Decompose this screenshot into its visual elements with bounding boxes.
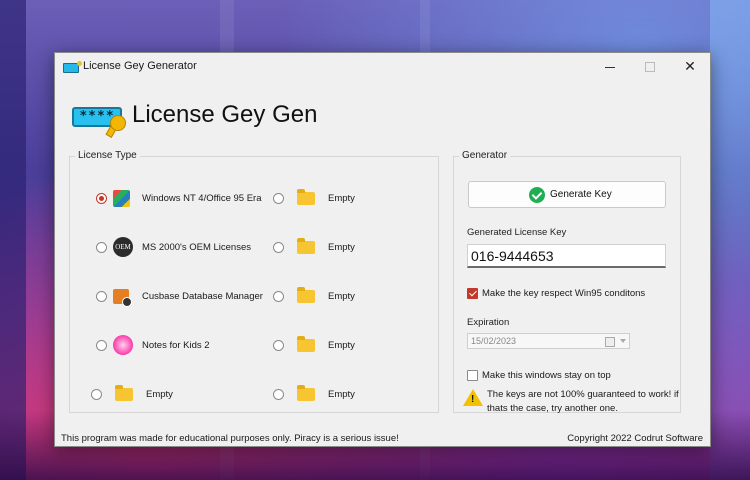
windows-logo-icon — [113, 190, 130, 207]
radio-button[interactable] — [96, 291, 107, 302]
radio-button[interactable] — [273, 193, 284, 204]
license-option-label: Empty — [328, 291, 355, 302]
wallpaper-stripe — [0, 0, 26, 480]
folder-icon — [297, 189, 315, 205]
oem-badge-icon: OEM — [113, 237, 133, 257]
window-title: License Gey Generator — [83, 60, 197, 72]
license-type-legend: License Type — [75, 150, 140, 161]
radio-button[interactable] — [96, 340, 107, 351]
expiration-label: Expiration — [467, 317, 510, 328]
license-type-group: License Type Windows NT 4/Office 95 Era … — [69, 150, 439, 413]
gold-key-icon — [110, 115, 126, 131]
license-option-empty[interactable]: Empty — [273, 286, 413, 308]
maximize-icon — [645, 62, 655, 73]
wallpaper-stripe — [710, 0, 750, 480]
license-key-logo: **** — [72, 105, 128, 138]
license-option-label: Empty — [328, 389, 355, 400]
database-manager-icon — [113, 289, 132, 307]
license-option-label: Empty — [328, 242, 355, 253]
expiration-date-picker[interactable]: 15/02/2023 — [467, 333, 630, 349]
title-bar[interactable]: License Gey Generator ✕ — [55, 53, 710, 81]
warning-exclamation: ! — [471, 394, 475, 405]
folder-icon — [297, 287, 315, 303]
maximize-button[interactable] — [630, 53, 670, 81]
generate-key-button[interactable]: Generate Key — [468, 181, 666, 208]
minimize-button[interactable] — [590, 53, 630, 81]
radio-button[interactable] — [273, 242, 284, 253]
chevron-down-icon[interactable] — [620, 339, 626, 343]
license-option-label: Empty — [328, 193, 355, 204]
stay-on-top-checkbox[interactable] — [467, 370, 478, 381]
license-option-label: Cusbase Database Manager — [142, 291, 263, 302]
radio-button[interactable] — [273, 291, 284, 302]
license-option-empty[interactable]: Empty — [91, 384, 291, 406]
notes-kids-icon — [113, 335, 133, 355]
license-option-empty[interactable]: Empty — [273, 237, 413, 259]
license-option-cusbase[interactable]: Cusbase Database Manager — [96, 286, 296, 308]
respect-win95-label[interactable]: Make the key respect Win95 conditons — [482, 288, 645, 299]
radio-button[interactable] — [273, 389, 284, 400]
stay-on-top-label[interactable]: Make this windows stay on top — [482, 370, 611, 381]
license-option-empty[interactable]: Empty — [273, 335, 413, 357]
license-option-label: Notes for Kids 2 — [142, 340, 210, 351]
license-option-label: MS 2000's OEM Licenses — [142, 242, 251, 253]
app-window: License Gey Generator ✕ **** License Gey… — [54, 52, 711, 447]
folder-icon — [297, 238, 315, 254]
generated-key-field[interactable]: 016-9444653 — [467, 244, 666, 268]
footer-disclaimer: This program was made for educational pu… — [61, 433, 399, 444]
license-option-label: Empty — [328, 340, 355, 351]
generate-key-label: Generate Key — [550, 189, 612, 200]
footer-copyright: Copyright 2022 Codrut Software — [567, 433, 703, 444]
close-button[interactable]: ✕ — [670, 53, 710, 81]
generated-key-label: Generated License Key — [467, 227, 567, 238]
license-option-empty[interactable]: Empty — [273, 188, 413, 210]
app-title: License Gey Gen — [132, 101, 318, 128]
app-key-icon — [63, 61, 82, 73]
license-option-ms2000-oem[interactable]: OEM MS 2000's OEM Licenses — [96, 237, 296, 259]
minimize-icon — [605, 66, 615, 68]
license-option-windows-nt4[interactable]: Windows NT 4/Office 95 Era — [96, 188, 296, 210]
radio-button[interactable] — [96, 193, 107, 204]
folder-icon — [297, 336, 315, 352]
check-circle-icon — [529, 187, 545, 203]
calendar-icon[interactable] — [605, 337, 615, 347]
license-option-empty[interactable]: Empty — [273, 384, 413, 406]
license-option-notes-kids[interactable]: Notes for Kids 2 — [96, 335, 296, 357]
folder-icon — [115, 385, 133, 401]
generator-legend: Generator — [459, 150, 511, 161]
license-option-label: Empty — [146, 389, 173, 400]
close-icon: ✕ — [684, 58, 696, 74]
radio-button[interactable] — [96, 242, 107, 253]
radio-button[interactable] — [273, 340, 284, 351]
respect-win95-checkbox[interactable] — [467, 288, 478, 299]
radio-button[interactable] — [91, 389, 102, 400]
warning-text: The keys are not 100% guaranteed to work… — [487, 389, 679, 414]
expiration-date-value: 15/02/2023 — [471, 336, 517, 346]
license-option-label: Windows NT 4/Office 95 Era — [142, 193, 262, 204]
generator-group: Generator Generate Key Generated License… — [453, 150, 681, 414]
folder-icon — [297, 385, 315, 401]
